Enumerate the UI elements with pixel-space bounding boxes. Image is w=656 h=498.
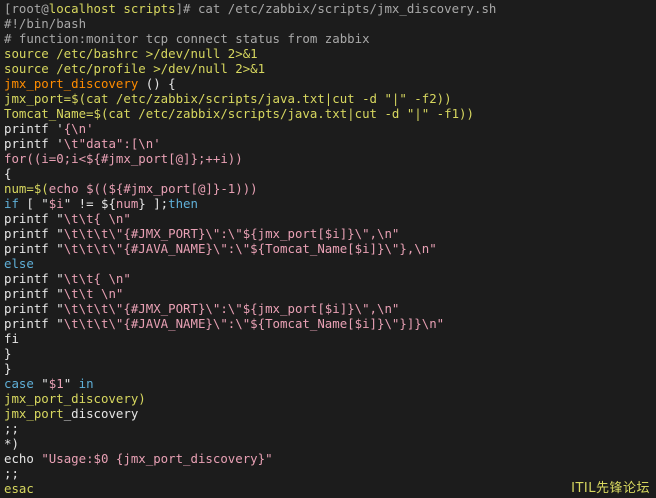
code-segment: [ " (18, 196, 49, 211)
terminal-line: jmx_port_discovery) (4, 391, 652, 406)
terminal-line: ;; (4, 466, 652, 481)
code-segment: printf " (4, 226, 64, 241)
terminal-line: jmx_port_discovery (4, 406, 652, 421)
code-segment: echo $((${#jmx_port[@]}-1))) (48, 181, 258, 196)
code-segment: then (168, 196, 198, 211)
code-segment: _discovery (63, 406, 139, 421)
code-segment: {\n' (63, 121, 94, 136)
code-segment: "Usage:$0 {jmx_port_discovery}" (41, 451, 273, 466)
code-segment: \t\t\t\"{#JAVA_NAME}\":\"${Tomcat_Name[$… (63, 241, 437, 256)
code-segment: localhost scripts (48, 1, 176, 16)
terminal-line: fi (4, 331, 652, 346)
code-segment: num (115, 196, 139, 211)
code-segment: ;; (4, 421, 19, 436)
terminal-line: printf "\t\t\t\"{#JAVA_NAME}\":\"${Tomca… (4, 241, 652, 256)
terminal-line: num=$(echo $((${#jmx_port[@]}-1))) (4, 181, 652, 196)
code-segment: num=$( (4, 181, 49, 196)
terminal-line: [root@localhost scripts]# cat /etc/zabbi… (4, 1, 652, 16)
terminal-window[interactable]: [root@localhost scripts]# cat /etc/zabbi… (0, 0, 656, 498)
code-segment: ;; (4, 466, 19, 481)
code-segment: printf " (4, 286, 64, 301)
terminal-line: printf '{\n' (4, 121, 652, 136)
code-segment: { (4, 166, 12, 181)
code-segment: case (4, 376, 34, 391)
terminal-line: printf "\t\t{ \n" (4, 271, 652, 286)
code-segment: } (4, 346, 12, 361)
terminal-line: if [ "$i" != ${num} ];then (4, 196, 652, 211)
code-segment: in (78, 376, 94, 391)
terminal-line: printf "\t\t\t\"{#JAVA_NAME}\":\"${Tomca… (4, 316, 652, 331)
terminal-line: printf "\t\t{ \n" (4, 211, 652, 226)
terminal-line: ;; (4, 421, 652, 436)
code-segment: $i (48, 196, 64, 211)
terminal-line: for((i=0;i<${#jmx_port[@]};++i)) (4, 151, 652, 166)
terminal-line: printf "\t\t\t\"{#JMX_PORT}\":\"${jmx_po… (4, 301, 652, 316)
code-segment: fi (4, 331, 19, 346)
terminal-line: Tomcat_Name=$(cat /etc/zabbix/scripts/ja… (4, 106, 652, 121)
code-segment: else (4, 256, 34, 271)
code-segment: printf " (4, 271, 64, 286)
code-segment: jmx_port=$(cat /etc/zabbix/scripts/java.… (4, 91, 452, 106)
terminal-output: [root@localhost scripts]# cat /etc/zabbi… (4, 1, 652, 496)
terminal-line: *) (4, 436, 652, 451)
code-segment: printf " (4, 301, 64, 316)
code-segment: \t"data":[\n' (63, 136, 161, 151)
terminal-line: } (4, 346, 652, 361)
code-segment: () { (138, 76, 176, 91)
code-segment: \t\t{ \n" (63, 271, 131, 286)
code-segment: #!/bin/bash (4, 16, 87, 31)
terminal-line: } (4, 361, 652, 376)
code-segment: \t\t\t\"{#JMX_PORT}\":\"${jmx_port[$i]}\… (63, 301, 400, 316)
watermark-logo: ITIL先锋论坛 (571, 481, 650, 496)
code-segment: printf " (4, 241, 64, 256)
code-segment: printf " (4, 211, 64, 226)
code-segment: Tomcat_Name=$(cat /etc/zabbix/scripts/ja… (4, 106, 474, 121)
terminal-line: # function:monitor tcp connect status fr… (4, 31, 652, 46)
code-segment: if (4, 196, 19, 211)
code-segment: jmx_port (4, 406, 64, 421)
terminal-line: source /etc/profile >/dev/null 2>&1 (4, 61, 652, 76)
code-segment: for((i=0;i<${#jmx_port[@]};++i)) (4, 151, 243, 166)
code-segment: \t\t\t\"{#JAVA_NAME}\":\"${Tomcat_Name[$… (63, 316, 445, 331)
code-segment: jmx_port_discovery (4, 76, 139, 91)
terminal-line: else (4, 256, 652, 271)
terminal-line: #!/bin/bash (4, 16, 652, 31)
code-segment: ]# cat /etc/zabbix/scripts/jmx_discovery… (175, 1, 497, 16)
code-segment: \t\t\t\"{#JMX_PORT}\":\"${jmx_port[$i]}\… (63, 226, 400, 241)
code-segment: $1 (48, 376, 64, 391)
code-segment: jmx_port_discovery) (4, 391, 146, 406)
code-segment: printf ' (4, 121, 64, 136)
code-segment: } (4, 361, 12, 376)
terminal-line: { (4, 166, 652, 181)
code-segment: " (33, 376, 49, 391)
code-segment: echo (4, 451, 42, 466)
code-segment: \t\t{ \n" (63, 211, 131, 226)
terminal-line: esac (4, 481, 652, 496)
terminal-line: source /etc/bashrc >/dev/null 2>&1 (4, 46, 652, 61)
terminal-line: jmx_port=$(cat /etc/zabbix/scripts/java.… (4, 91, 652, 106)
code-segment: \t\t \n" (63, 286, 124, 301)
terminal-line: case "$1" in (4, 376, 652, 391)
code-segment: " (63, 376, 79, 391)
code-segment: esac (4, 481, 34, 496)
code-segment: *) (4, 436, 19, 451)
code-segment: printf ' (4, 136, 64, 151)
code-segment: " != ${ (63, 196, 116, 211)
code-segment: } ]; (138, 196, 169, 211)
code-segment: # function:monitor tcp connect status fr… (4, 31, 370, 46)
terminal-line: printf "\t\t\t\"{#JMX_PORT}\":\"${jmx_po… (4, 226, 652, 241)
code-segment: source /etc/bashrc >/dev/null 2>&1 (4, 46, 258, 61)
code-segment: printf " (4, 316, 64, 331)
terminal-line: jmx_port_discovery () { (4, 76, 652, 91)
terminal-line: echo "Usage:$0 {jmx_port_discovery}" (4, 451, 652, 466)
terminal-line: printf '\t"data":[\n' (4, 136, 652, 151)
code-segment: source /etc/profile >/dev/null 2>&1 (4, 61, 266, 76)
terminal-line: printf "\t\t \n" (4, 286, 652, 301)
code-segment: [root@ (4, 1, 49, 16)
